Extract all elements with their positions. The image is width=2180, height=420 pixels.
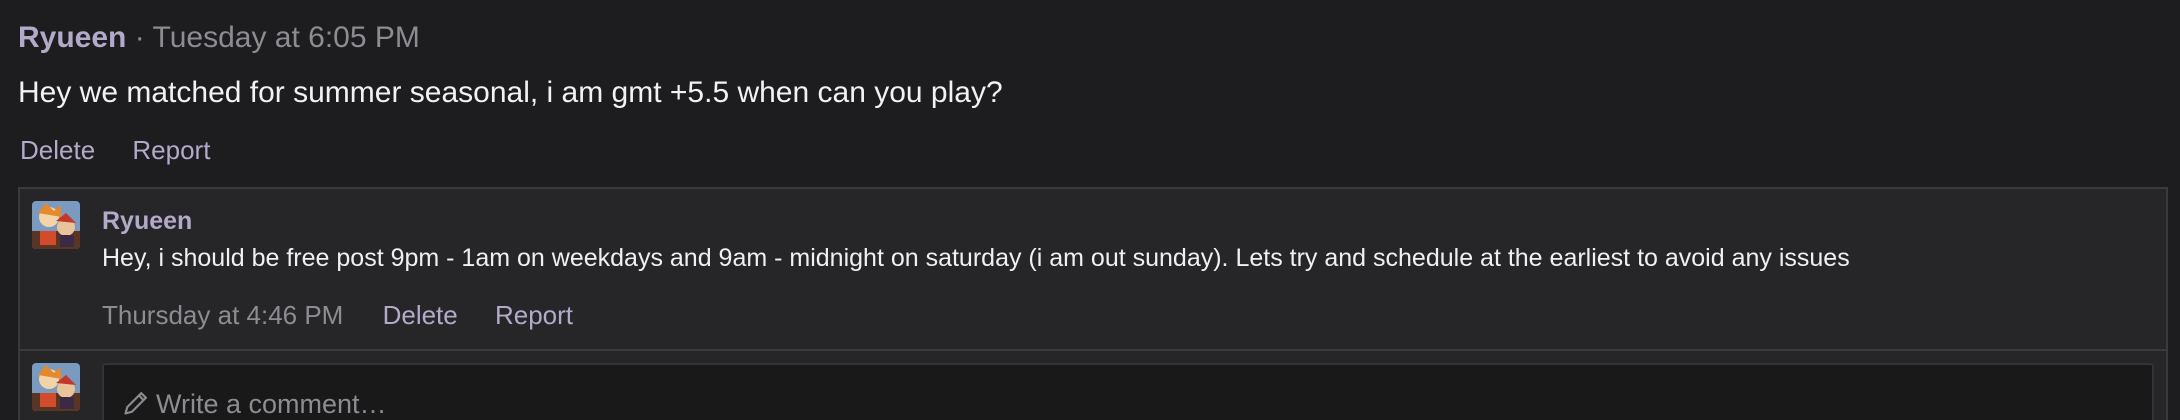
post-separator: · xyxy=(126,21,153,54)
comment-author[interactable]: Ryueen xyxy=(102,205,192,237)
post-header: Ryueen · Tuesday at 6:05 PM xyxy=(18,18,420,58)
pencil-icon xyxy=(124,392,147,415)
comment-timestamp[interactable]: Thursday at 4:46 PM xyxy=(102,300,343,330)
post-body: Hey we matched for summer seasonal, i am… xyxy=(18,76,1003,109)
comment-input[interactable]: Write a comment… xyxy=(102,363,2154,420)
comment-avatar[interactable] xyxy=(32,201,80,249)
comment-item: Ryueen Hey, i should be free post 9pm - … xyxy=(20,189,2166,351)
comment-delete-link[interactable]: Delete xyxy=(383,300,458,330)
comment-text: Hey, i should be free post 9pm - 1am on … xyxy=(102,244,1850,272)
post-actions: Delete Report xyxy=(20,132,240,168)
comment-report-link[interactable]: Report xyxy=(495,300,573,330)
post-timestamp[interactable]: Tuesday at 6:05 PM xyxy=(153,21,420,54)
post-report-link[interactable]: Report xyxy=(132,135,210,165)
comment-placeholder: Write a comment… xyxy=(156,389,387,419)
avatar-image xyxy=(32,201,80,249)
comments-section: Ryueen Hey, i should be free post 9pm - … xyxy=(18,187,2168,420)
post-author[interactable]: Ryueen xyxy=(18,21,126,54)
avatar-image xyxy=(32,363,80,411)
comment-meta: Thursday at 4:46 PM Delete Report xyxy=(102,297,603,333)
post-delete-link[interactable]: Delete xyxy=(20,135,95,165)
current-user-avatar xyxy=(32,363,80,411)
profile-post: Ryueen · Tuesday at 6:05 PM Hey we match… xyxy=(0,0,2180,420)
